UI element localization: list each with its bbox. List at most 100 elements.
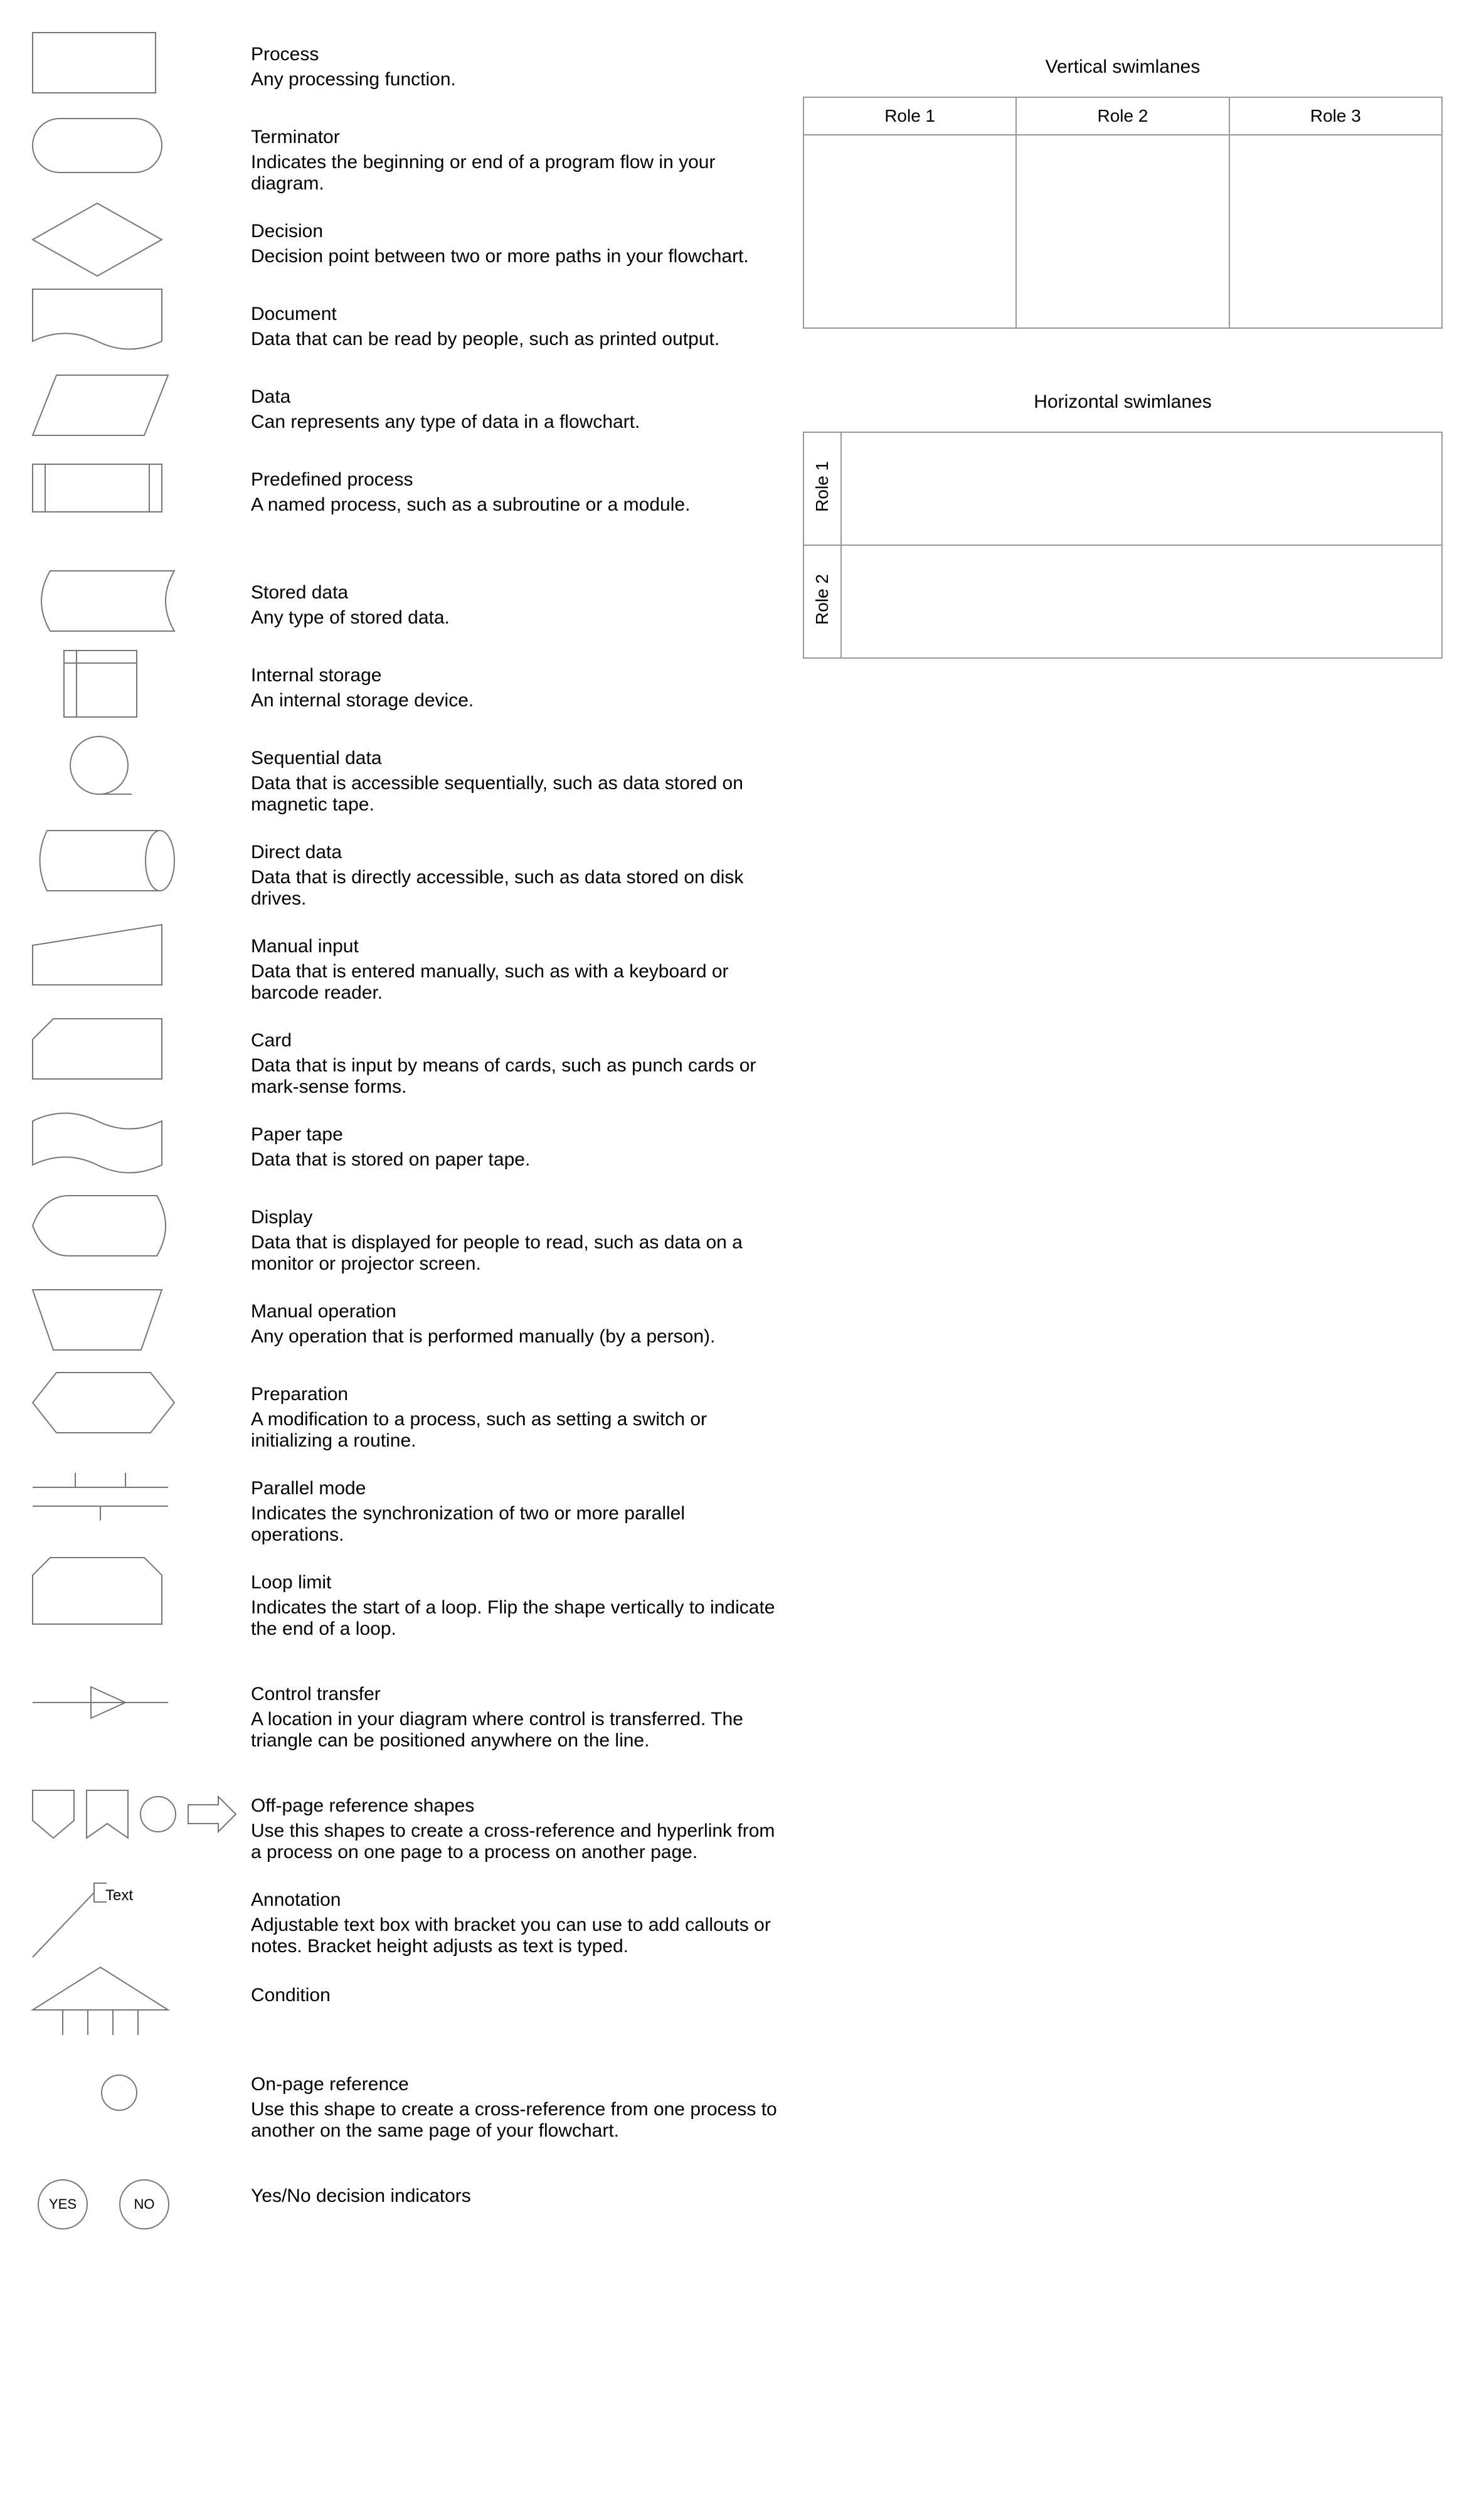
process-title: Process bbox=[251, 44, 778, 65]
decision-desc: Decision point between two or more paths… bbox=[251, 246, 778, 267]
horizontal-swimlanes-table: Role 1 Role 2 bbox=[803, 432, 1443, 659]
vertical-swimlanes-table: Role 1 Role 2 Role 3 bbox=[803, 97, 1443, 329]
terminator-icon bbox=[25, 108, 251, 183]
stored-data-title: Stored data bbox=[251, 582, 778, 603]
parallel-mode-title: Parallel mode bbox=[251, 1478, 778, 1499]
document-icon bbox=[25, 285, 251, 360]
process-icon bbox=[25, 25, 251, 100]
card-desc: Data that is input by means of cards, su… bbox=[251, 1055, 778, 1098]
offpage-pentagon-icon bbox=[31, 1789, 75, 1839]
display-title: Display bbox=[251, 1207, 778, 1228]
loop-limit-icon bbox=[25, 1553, 251, 1628]
row-annotation: Text Annotation Adjustable text box with… bbox=[25, 1871, 778, 1958]
predefined-process-title: Predefined process bbox=[251, 469, 778, 491]
manual-operation-icon bbox=[25, 1282, 251, 1357]
terminator-title: Terminator bbox=[251, 127, 778, 148]
condition-icon bbox=[25, 1966, 251, 2048]
internal-storage-icon bbox=[25, 646, 251, 721]
data-desc: Can represents any type of data in a flo… bbox=[251, 412, 778, 433]
hswim-role-1: Role 1 bbox=[803, 432, 841, 545]
row-paper-tape: Paper tape Data that is stored on paper … bbox=[25, 1105, 778, 1181]
onpage-reference-desc: Use this shape to create a cross-referen… bbox=[251, 2099, 778, 2142]
manual-operation-desc: Any operation that is performed manually… bbox=[251, 1326, 778, 1347]
manual-input-desc: Data that is entered manually, such as w… bbox=[251, 961, 778, 1004]
vswim-role-1: Role 1 bbox=[803, 97, 1016, 135]
parallel-mode-desc: Indicates the synchronization of two or … bbox=[251, 1503, 778, 1546]
direct-data-icon bbox=[25, 823, 251, 898]
row-data: Data Can represents any type of data in … bbox=[25, 368, 778, 443]
hswim-cell bbox=[841, 432, 1442, 545]
row-onpage-reference: On-page reference Use this shape to crea… bbox=[25, 2055, 778, 2142]
annotation-label: Text bbox=[105, 1887, 133, 1905]
hswim-role-2: Role 2 bbox=[803, 545, 841, 658]
row-decision: Decision Decision point between two or m… bbox=[25, 202, 778, 277]
document-title: Document bbox=[251, 304, 778, 325]
preparation-title: Preparation bbox=[251, 1384, 778, 1405]
decision-icon bbox=[25, 202, 251, 277]
row-sequential-data: Sequential data Data that is accessible … bbox=[25, 729, 778, 816]
sequential-data-icon bbox=[25, 729, 251, 804]
stored-data-desc: Any type of stored data. bbox=[251, 607, 778, 629]
vertical-swimlanes-title: Vertical swimlanes bbox=[803, 56, 1443, 78]
hswim-cell bbox=[841, 545, 1442, 658]
offpage-title: Off-page reference shapes bbox=[251, 1795, 778, 1817]
row-display: Display Data that is displayed for peopl… bbox=[25, 1188, 778, 1275]
row-offpage-reference: Off-page reference shapes Use this shape… bbox=[25, 1777, 778, 1863]
row-condition: Condition bbox=[25, 1966, 778, 2048]
annotation-desc: Adjustable text box with bracket you can… bbox=[251, 1915, 778, 1957]
stored-data-icon bbox=[25, 563, 251, 639]
preparation-desc: A modification to a process, such as set… bbox=[251, 1409, 778, 1452]
card-title: Card bbox=[251, 1030, 778, 1051]
direct-data-desc: Data that is directly accessible, such a… bbox=[251, 867, 778, 910]
onpage-reference-icon bbox=[25, 2055, 251, 2130]
control-transfer-desc: A location in your diagram where control… bbox=[251, 1709, 778, 1751]
manual-operation-title: Manual operation bbox=[251, 1301, 778, 1322]
terminator-desc: Indicates the beginning or end of a prog… bbox=[251, 152, 778, 194]
vswim-cell bbox=[803, 135, 1016, 328]
annotation-icon: Text bbox=[25, 1871, 251, 1958]
onpage-reference-title: On-page reference bbox=[251, 2074, 778, 2095]
row-yesno: YES NO Yes/No decision indicators bbox=[25, 2167, 778, 2242]
swimlanes-column: Vertical swimlanes Role 1 Role 2 Role 3 … bbox=[803, 25, 1443, 2250]
annotation-title: Annotation bbox=[251, 1889, 778, 1911]
row-terminator: Terminator Indicates the beginning or en… bbox=[25, 108, 778, 194]
sequential-data-title: Sequential data bbox=[251, 748, 778, 769]
internal-storage-title: Internal storage bbox=[251, 665, 778, 686]
manual-input-title: Manual input bbox=[251, 936, 778, 957]
offpage-arrow-icon bbox=[187, 1795, 237, 1833]
row-internal-storage: Internal storage An internal storage dev… bbox=[25, 646, 778, 721]
internal-storage-desc: An internal storage device. bbox=[251, 690, 778, 711]
direct-data-title: Direct data bbox=[251, 842, 778, 863]
offpage-bookmark-icon bbox=[85, 1789, 129, 1839]
data-icon bbox=[25, 368, 251, 443]
paper-tape-title: Paper tape bbox=[251, 1124, 778, 1145]
horizontal-swimlanes-title: Horizontal swimlanes bbox=[803, 391, 1443, 413]
row-manual-input: Manual input Data that is entered manual… bbox=[25, 917, 778, 1004]
row-preparation: Preparation A modification to a process,… bbox=[25, 1365, 778, 1452]
loop-limit-title: Loop limit bbox=[251, 1572, 778, 1593]
predefined-process-icon bbox=[25, 450, 251, 526]
no-indicator-icon: NO bbox=[119, 2179, 169, 2229]
row-card: Card Data that is input by means of card… bbox=[25, 1011, 778, 1098]
control-transfer-title: Control transfer bbox=[251, 1684, 778, 1705]
paper-tape-icon bbox=[25, 1105, 251, 1181]
offpage-reference-icons bbox=[25, 1777, 251, 1852]
display-icon bbox=[25, 1188, 251, 1263]
row-manual-operation: Manual operation Any operation that is p… bbox=[25, 1282, 778, 1357]
row-control-transfer: Control transfer A location in your diag… bbox=[25, 1665, 778, 1751]
decision-title: Decision bbox=[251, 221, 778, 242]
offpage-desc: Use this shapes to create a cross-refere… bbox=[251, 1820, 778, 1863]
document-desc: Data that can be read by people, such as… bbox=[251, 329, 778, 350]
parallel-mode-icon bbox=[25, 1459, 251, 1534]
process-desc: Any processing function. bbox=[251, 69, 778, 90]
display-desc: Data that is displayed for people to rea… bbox=[251, 1232, 778, 1275]
row-document: Document Data that can be read by people… bbox=[25, 285, 778, 360]
preparation-icon bbox=[25, 1365, 251, 1440]
yesno-icons: YES NO bbox=[25, 2167, 251, 2242]
control-transfer-icon bbox=[25, 1665, 251, 1740]
yes-indicator-icon: YES bbox=[38, 2179, 88, 2229]
row-loop-limit: Loop limit Indicates the start of a loop… bbox=[25, 1553, 778, 1640]
loop-limit-desc: Indicates the start of a loop. Flip the … bbox=[251, 1597, 778, 1640]
data-title: Data bbox=[251, 386, 778, 408]
offpage-circle-icon bbox=[139, 1795, 177, 1833]
